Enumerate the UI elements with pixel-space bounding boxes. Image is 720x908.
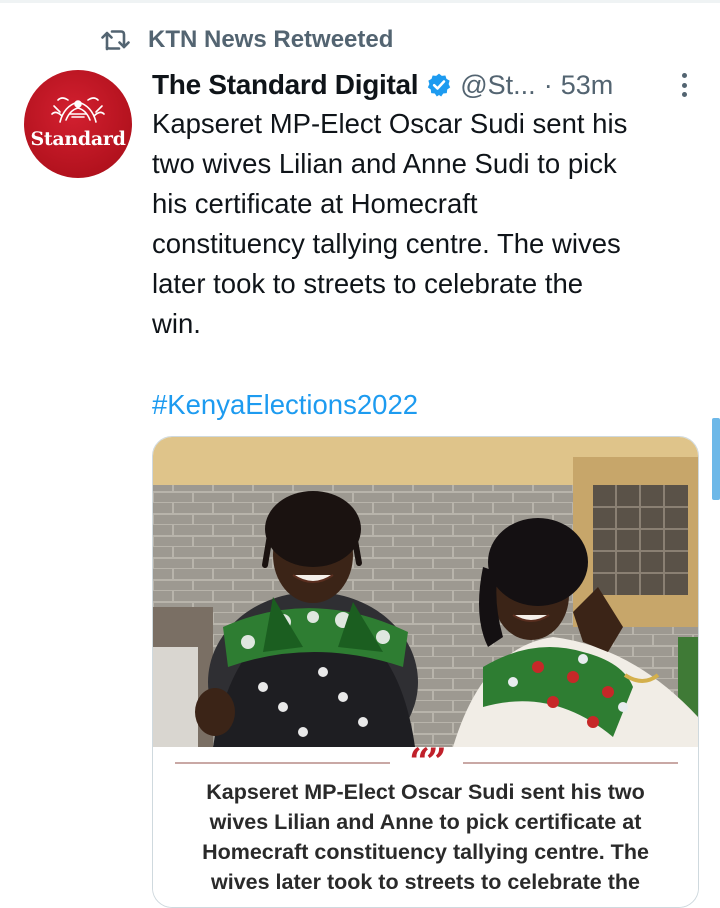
author-name[interactable]: The Standard Digital [152,69,419,101]
retweet-icon [100,26,132,54]
scrollbar-thumb[interactable] [712,418,720,500]
avatar[interactable]: Standard [24,70,132,178]
tweet-header: The Standard Digital @St... · 53m [152,64,692,106]
more-options-icon[interactable] [676,69,692,101]
quote-divider-left [175,762,390,764]
card-quote-text: Kapseret MP-Elect Oscar Sudi sent his tw… [202,780,649,894]
author-handle[interactable]: @St... [460,70,535,101]
hashtag-link[interactable]: #KenyaElections2022 [152,385,418,425]
top-divider [0,0,720,3]
media-card[interactable]: “” Kapseret MP-Elect Oscar Sudi sent his… [152,436,699,908]
separator-dot: · [543,69,553,100]
retweet-label: KTN News Retweeted [148,26,394,53]
retweet-context[interactable]: KTN News Retweeted [100,24,393,56]
tweet-timestamp[interactable]: 53m [561,70,614,101]
quote-panel: “” Kapseret MP-Elect Oscar Sudi sent his… [153,741,698,907]
tweet-text: Kapseret MP-Elect Oscar Sudi sent his tw… [152,108,628,339]
news-photo [153,437,698,747]
crest-icon [51,97,105,123]
verified-badge-icon [428,73,451,97]
avatar-brand: Standard [30,128,126,150]
quote-divider-right [463,762,678,764]
